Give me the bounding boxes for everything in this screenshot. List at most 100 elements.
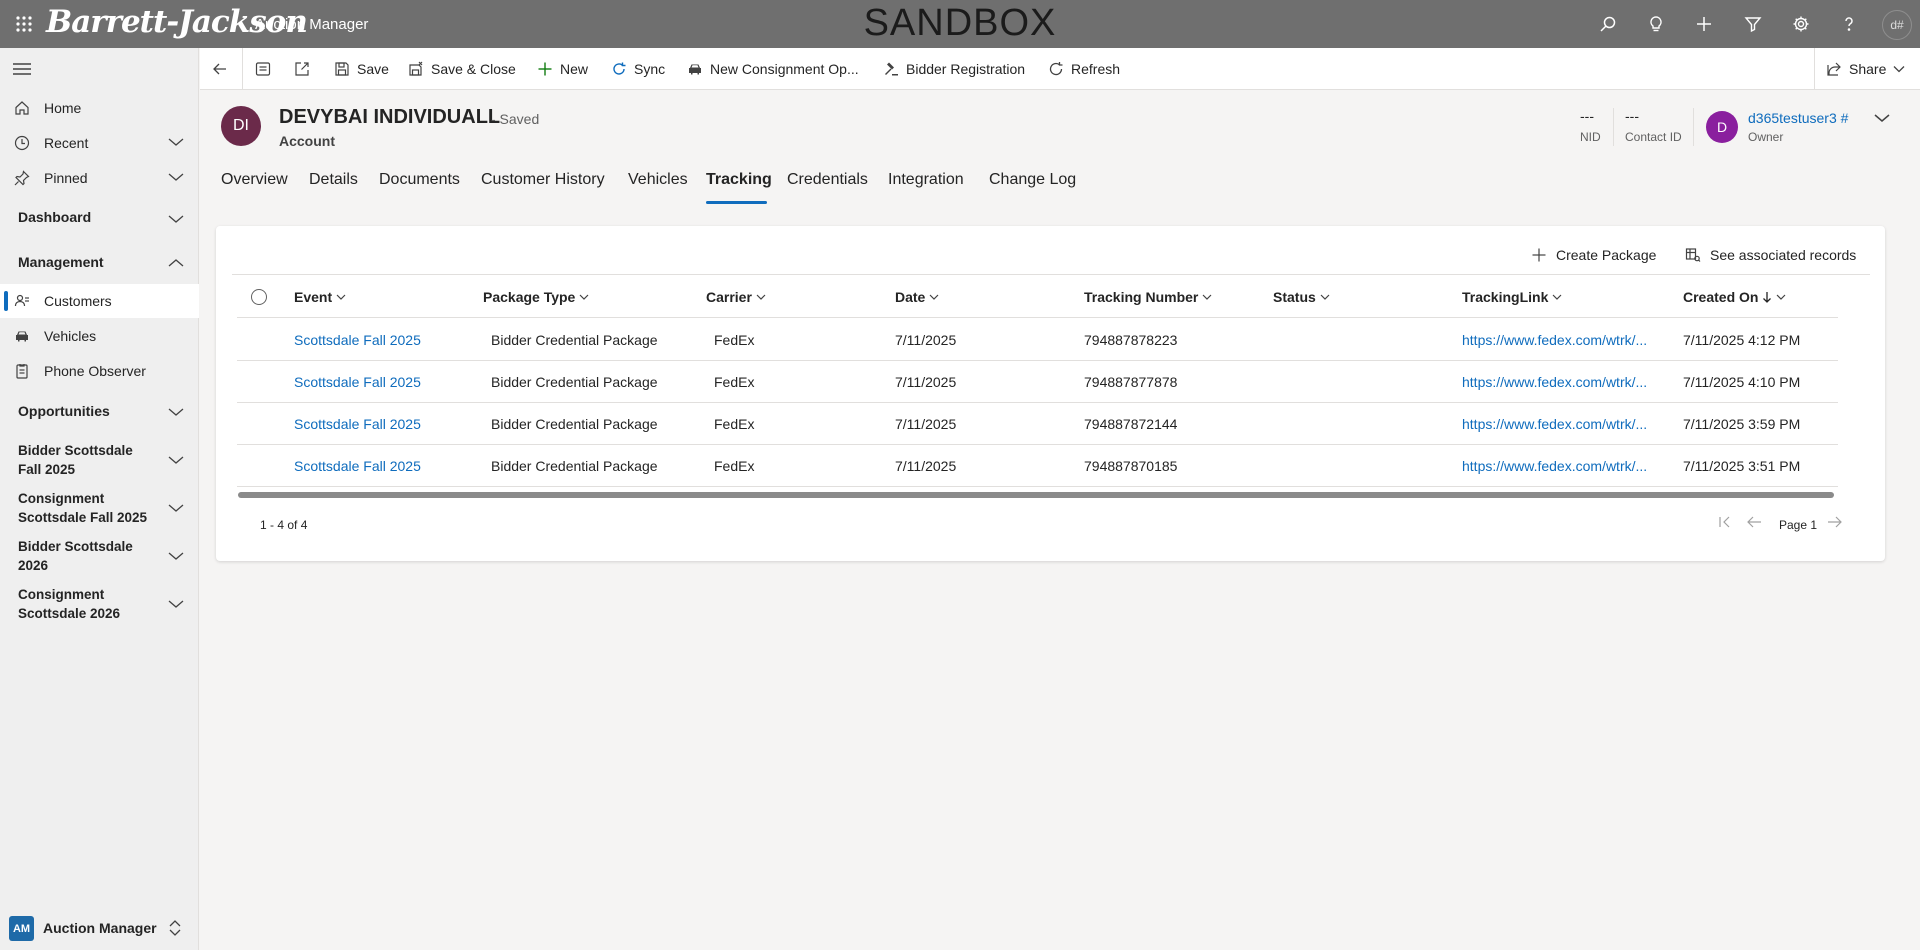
help-icon[interactable] bbox=[1837, 12, 1861, 36]
record-avatar: DI bbox=[221, 106, 261, 146]
tab-integration[interactable]: Integration bbox=[888, 171, 964, 189]
previous-page-icon[interactable] bbox=[1746, 515, 1762, 529]
tab-customer-history[interactable]: Customer History bbox=[481, 171, 605, 189]
event-link[interactable]: Scottsdale Fall 2025 bbox=[294, 332, 421, 348]
chevron-down-icon[interactable] bbox=[168, 551, 184, 561]
chevron-down-icon[interactable] bbox=[168, 214, 184, 224]
chevron-down-icon bbox=[579, 294, 589, 300]
lightbulb-icon[interactable] bbox=[1644, 12, 1668, 36]
horizontal-scrollbar[interactable] bbox=[238, 492, 1834, 498]
column-header-carrier[interactable]: Carrier bbox=[706, 289, 766, 305]
tab-details[interactable]: Details bbox=[309, 171, 358, 189]
owner-link[interactable]: d365testuser3 # bbox=[1748, 110, 1848, 126]
tab-change-log[interactable]: Change Log bbox=[989, 171, 1076, 189]
car-icon bbox=[687, 61, 703, 77]
chevron-down-icon[interactable] bbox=[168, 137, 184, 147]
select-all-checkbox[interactable] bbox=[251, 289, 267, 305]
save-status: - Saved bbox=[491, 111, 540, 127]
app-title[interactable]: Auction Manager bbox=[255, 16, 368, 33]
tab-documents[interactable]: Documents bbox=[379, 171, 460, 189]
contact-id-label: Contact ID bbox=[1625, 130, 1682, 144]
chevron-down-icon[interactable] bbox=[168, 503, 184, 513]
tracking-link[interactable]: https://www.fedex.com/wtrk/... bbox=[1462, 458, 1647, 474]
tracking-number-cell: 794887878223 bbox=[1084, 332, 1178, 348]
new-button[interactable]: New bbox=[537, 48, 588, 90]
group-consignment-fall-2025[interactable]: Consignment Scottsdale Fall 2025 bbox=[18, 489, 158, 527]
column-header-created-on[interactable]: Created On bbox=[1683, 289, 1786, 305]
app-launcher-icon[interactable] bbox=[12, 12, 36, 36]
group-management[interactable]: Management bbox=[18, 254, 104, 270]
pin-icon bbox=[14, 170, 30, 186]
chevron-down-icon[interactable] bbox=[168, 172, 184, 182]
first-page-icon[interactable] bbox=[1718, 515, 1732, 529]
sync-button[interactable]: Sync bbox=[611, 48, 665, 90]
column-label: Package Type bbox=[483, 289, 576, 305]
car-icon bbox=[14, 328, 30, 344]
created-on-cell: 7/11/2025 3:59 PM bbox=[1683, 416, 1801, 432]
phone-list-icon bbox=[14, 363, 30, 379]
tab-credentials[interactable]: Credentials bbox=[787, 171, 868, 189]
carrier-cell: FedEx bbox=[714, 332, 755, 348]
group-bidder-2026[interactable]: Bidder Scottsdale 2026 bbox=[18, 537, 158, 575]
hamburger-icon[interactable] bbox=[12, 62, 32, 76]
tracking-link[interactable]: https://www.fedex.com/wtrk/... bbox=[1462, 332, 1647, 348]
tracking-link[interactable]: https://www.fedex.com/wtrk/... bbox=[1462, 416, 1647, 432]
sidebar-item-customers[interactable]: Customers bbox=[0, 284, 199, 318]
event-link[interactable]: Scottsdale Fall 2025 bbox=[294, 416, 421, 432]
carrier-cell: FedEx bbox=[714, 416, 755, 432]
chevron-down-icon[interactable] bbox=[1874, 113, 1890, 123]
chevron-down-icon[interactable] bbox=[168, 599, 184, 609]
divider bbox=[1814, 48, 1815, 90]
event-link[interactable]: Scottsdale Fall 2025 bbox=[294, 374, 421, 390]
sidebar-item-home[interactable]: Home bbox=[0, 91, 199, 125]
form-view-button[interactable] bbox=[255, 48, 271, 90]
column-header-status[interactable]: Status bbox=[1273, 289, 1330, 305]
area-switcher[interactable]: AM Auction Manager bbox=[0, 906, 199, 950]
group-bidder-fall-2025[interactable]: Bidder Scottsdale Fall 2025 bbox=[18, 441, 158, 479]
group-consignment-2026[interactable]: Consignment Scottsdale 2026 bbox=[18, 585, 158, 623]
new-consignment-button[interactable]: New Consignment Op... bbox=[687, 48, 859, 90]
group-dashboard[interactable]: Dashboard bbox=[18, 209, 91, 225]
sidebar-item-vehicles[interactable]: Vehicles bbox=[0, 319, 199, 353]
create-package-button[interactable]: Create Package bbox=[1531, 245, 1656, 265]
save-and-close-button[interactable]: Save & Close bbox=[408, 48, 516, 90]
column-header-tracking-link[interactable]: TrackingLink bbox=[1462, 289, 1562, 305]
next-page-icon[interactable] bbox=[1827, 515, 1843, 529]
sidebar-item-recent[interactable]: Recent bbox=[0, 126, 199, 160]
active-tab-indicator bbox=[706, 201, 767, 204]
bidder-registration-button[interactable]: Bidder Registration bbox=[883, 48, 1025, 90]
column-header-tracking-number[interactable]: Tracking Number bbox=[1084, 289, 1212, 305]
save-close-icon bbox=[408, 61, 424, 77]
chevron-down-icon[interactable] bbox=[168, 407, 184, 417]
group-opportunities[interactable]: Opportunities bbox=[18, 403, 110, 419]
tab-overview[interactable]: Overview bbox=[221, 171, 288, 189]
see-associated-records-button[interactable]: See associated records bbox=[1685, 245, 1856, 265]
column-header-package-type[interactable]: Package Type bbox=[483, 289, 589, 305]
back-button[interactable] bbox=[212, 48, 228, 90]
filter-icon[interactable] bbox=[1741, 12, 1765, 36]
tab-vehicles[interactable]: Vehicles bbox=[628, 171, 688, 189]
column-header-date[interactable]: Date bbox=[895, 289, 939, 305]
search-icon[interactable] bbox=[1596, 12, 1620, 36]
tab-tracking[interactable]: Tracking bbox=[706, 171, 772, 189]
event-link[interactable]: Scottsdale Fall 2025 bbox=[294, 458, 421, 474]
owner-avatar: D bbox=[1706, 111, 1738, 143]
save-button[interactable]: Save bbox=[334, 48, 389, 90]
share-button[interactable]: Share bbox=[1826, 48, 1905, 90]
gear-icon[interactable] bbox=[1789, 12, 1813, 36]
chevron-up-icon[interactable] bbox=[168, 258, 184, 268]
sidebar-item-phone-observer[interactable]: Phone Observer bbox=[0, 354, 199, 388]
share-label: Share bbox=[1849, 61, 1887, 77]
chevron-down-icon[interactable] bbox=[168, 455, 184, 465]
sidebar-item-label: Recent bbox=[44, 135, 89, 151]
user-avatar[interactable]: d# bbox=[1882, 10, 1912, 40]
refresh-button[interactable]: Refresh bbox=[1048, 48, 1120, 90]
plus-icon[interactable] bbox=[1692, 12, 1716, 36]
entity-type: Account bbox=[279, 133, 335, 149]
sitemap-sidebar: Home Recent Pinned Dashboard Management … bbox=[0, 48, 199, 950]
sidebar-item-pinned[interactable]: Pinned bbox=[0, 161, 199, 195]
column-header-event[interactable]: Event bbox=[294, 289, 346, 305]
open-new-window-button[interactable] bbox=[294, 48, 310, 90]
tracking-link[interactable]: https://www.fedex.com/wtrk/... bbox=[1462, 374, 1647, 390]
contact-id-value: --- bbox=[1625, 108, 1639, 124]
